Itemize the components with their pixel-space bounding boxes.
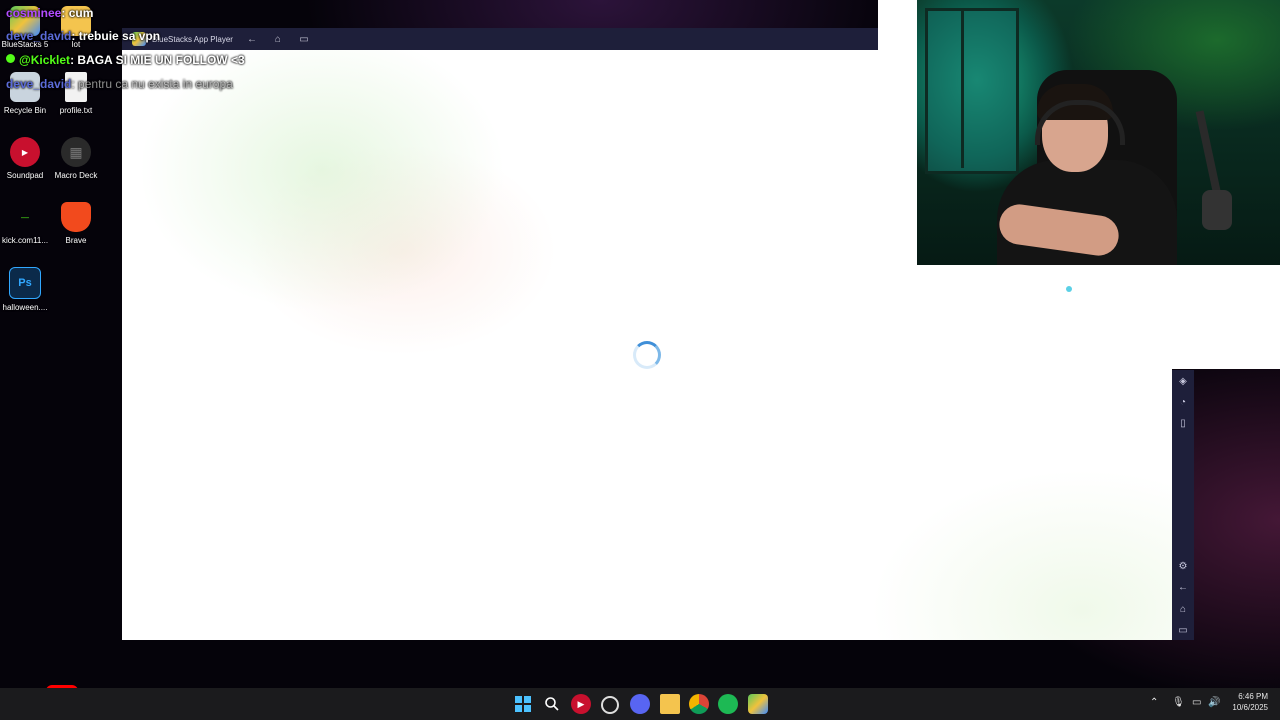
shortcut-icon: —	[21, 212, 29, 222]
chat-text: : BAGA SI MIE UN FOLLOW <3	[70, 53, 245, 67]
recent-apps-icon[interactable]: ▭	[297, 32, 311, 46]
network-icon[interactable]: ▭	[1192, 697, 1201, 708]
spotify-icon[interactable]	[718, 694, 738, 714]
tray-chevron-icon[interactable]: ⌃	[1150, 697, 1158, 708]
sidebar-toggle-icon[interactable]: ▯	[1176, 416, 1190, 430]
brave-icon	[61, 202, 91, 232]
macro-deck-icon: ▦	[61, 137, 91, 167]
chat-message: deve_david: pentru ca nu exista in europ…	[6, 77, 233, 91]
chat-message: @Kicklet: BAGA SI MIE UN FOLLOW <3	[6, 53, 245, 67]
clock-time: 6:46 PM	[1238, 692, 1268, 701]
clock[interactable]: 6:46 PM 10/6/2025	[1226, 692, 1268, 712]
start-icon[interactable]	[513, 694, 533, 714]
chat-username: @Kicklet	[19, 53, 71, 67]
desktop-icon-label: Brave	[65, 236, 87, 245]
microphone-icon[interactable]: 🎙	[1172, 697, 1185, 708]
home-icon[interactable]: ⌂	[271, 32, 285, 46]
soundpad-icon[interactable]: ▶	[571, 694, 591, 714]
chat-message: deve_david: trebuie sa vpn	[6, 29, 160, 43]
verified-icon	[6, 54, 15, 63]
chat-username: deve_david	[6, 77, 72, 91]
cursor-dot	[1066, 286, 1072, 292]
loading-spinner	[633, 341, 661, 369]
chat-username: cosminee	[6, 6, 62, 20]
desktop-icon-label: Macro Deck	[54, 171, 98, 180]
discord-icon[interactable]	[630, 694, 650, 714]
desktop-icon-label: Soundpad	[6, 171, 44, 180]
bluestacks-titlebar: BlueStacks App Player ← ⌂ ▭	[122, 28, 878, 50]
chat-text: : pentru ca nu exista in europa	[71, 77, 233, 91]
bluestacks-icon[interactable]	[748, 694, 768, 714]
volume-icon[interactable]: 🔊	[1208, 697, 1220, 708]
layers-icon[interactable]: ◈	[1176, 374, 1190, 388]
back-icon[interactable]: ←	[1176, 580, 1190, 594]
photoshop-file-icon: Ps	[9, 267, 41, 299]
chat-text: : cum	[61, 6, 94, 20]
desktop-icon-label: Recycle Bin	[3, 106, 47, 115]
desktop-icon-label: profile.txt	[59, 106, 93, 115]
settings-icon[interactable]: ⚙	[1176, 559, 1190, 573]
obs-icon[interactable]	[601, 696, 619, 714]
eco-mode-icon[interactable]: ◔	[1176, 395, 1190, 409]
desktop-icon-brave[interactable]: Brave	[48, 202, 104, 245]
desktop-icon-label: halloween....	[2, 303, 48, 312]
microphone-icon	[1202, 190, 1232, 230]
desktop-icon-macro-deck[interactable]: ▦ Macro Deck	[48, 137, 104, 180]
desktop-icon-halloween-psd[interactable]: Ps halloween....	[0, 267, 53, 312]
desktop-icon-label: kick.com11...	[1, 236, 49, 245]
clock-date: 10/6/2025	[1232, 703, 1268, 712]
chrome-icon[interactable]	[689, 694, 709, 714]
room-window	[925, 8, 1019, 174]
soundpad-icon: ▶	[10, 137, 40, 167]
room-window-divider	[961, 8, 964, 168]
bluestacks-sidebar: ◈ ◔ ▯ ⚙ ← ⌂ ▭	[1172, 370, 1194, 640]
chat-username: deve_david	[6, 29, 72, 43]
chat-message: cosminee: cum	[6, 6, 93, 20]
recent-apps-icon[interactable]: ▭	[1176, 623, 1190, 637]
chat-text: : trebuie sa vpn	[71, 29, 161, 43]
back-icon[interactable]: ←	[245, 32, 259, 46]
bluestacks-title: BlueStacks App Player	[152, 34, 233, 44]
search-icon[interactable]	[542, 694, 562, 714]
file-explorer-icon[interactable]	[660, 694, 680, 714]
desktop-icon-kick[interactable]: — kick.com11...	[0, 202, 53, 246]
webcam-feed	[917, 0, 1280, 265]
home-icon[interactable]: ⌂	[1176, 602, 1190, 616]
desktop-icon-soundpad[interactable]: ▶ Soundpad	[0, 137, 53, 180]
